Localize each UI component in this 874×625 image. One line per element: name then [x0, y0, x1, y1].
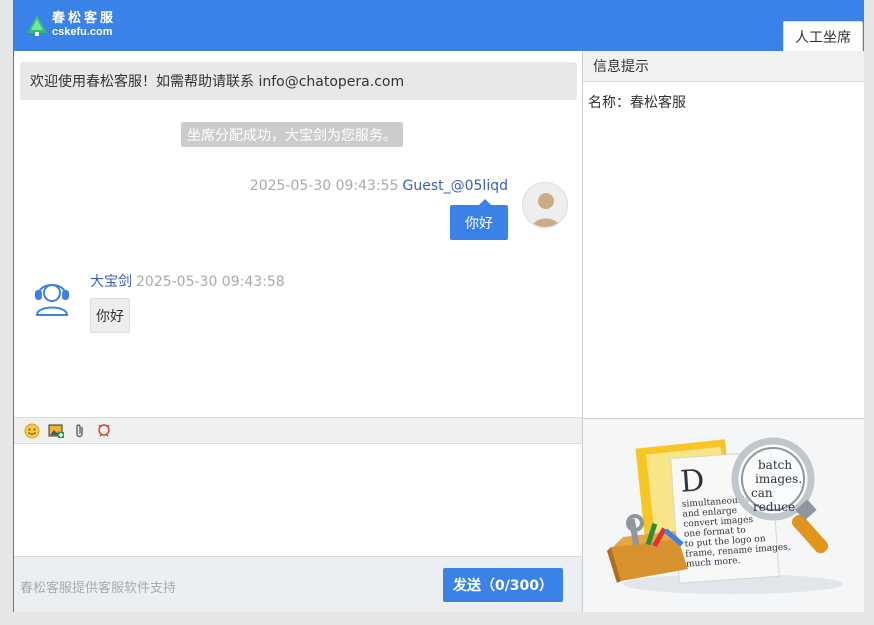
pine-tree-icon	[24, 12, 50, 38]
message-timestamp: 2025-05-30 09:43:55	[249, 178, 399, 194]
guest-name: Guest_@05liqd	[402, 178, 509, 194]
agent-message-bubble: 你好	[90, 298, 130, 333]
support-text: 春松客服提供客服软件支持	[20, 581, 177, 596]
guest-avatar	[522, 182, 568, 228]
svg-text:D: D	[679, 463, 705, 500]
emoji-icon[interactable]	[24, 423, 40, 439]
send-button[interactable]: 发送（0/300）	[443, 568, 563, 602]
tab-human-agent[interactable]: 人工坐席	[783, 21, 863, 51]
guest-message-meta: 2025-05-30 09:43:55 Guest_@05liqd	[250, 178, 508, 194]
logo-title: 春松客服	[52, 11, 117, 26]
editor-toolbar	[14, 417, 582, 444]
footer-bar: 春松客服提供客服软件支持 发送（0/300）	[14, 556, 582, 612]
system-notice: 坐席分配成功，大宝剑为您服务。	[181, 122, 403, 147]
svg-text:can: can	[751, 486, 773, 500]
message-timestamp: 2025-05-30 09:43:58	[136, 274, 285, 290]
info-panel-title: 信息提示	[583, 51, 864, 82]
welcome-message: 欢迎使用春松客服！如需帮助请联系 info@chatopera.com	[20, 62, 577, 100]
agent-headset-icon	[31, 276, 73, 318]
agent-message-meta: 大宝剑 2025-05-30 09:43:58	[90, 271, 285, 291]
rate-icon[interactable]	[96, 423, 112, 439]
message-list[interactable]: 欢迎使用春松客服！如需帮助请联系 info@chatopera.com 坐席分配…	[14, 51, 582, 417]
logo: 春松客服 cskefu.com	[24, 10, 116, 40]
attachment-icon[interactable]	[72, 423, 88, 439]
image-upload-icon[interactable]	[48, 423, 64, 439]
svg-text:reduce: reduce	[753, 500, 795, 514]
svg-text:batch: batch	[758, 458, 792, 472]
toolbox-illustration: D simultaneously and enlarge convert ima…	[583, 418, 864, 612]
guest-message-bubble: 你好	[450, 199, 508, 240]
info-panel: 信息提示 名称：春松客服	[583, 51, 864, 418]
message-input[interactable]	[14, 444, 582, 556]
svg-text:images.: images.	[755, 472, 802, 486]
agent-name: 大宝剑	[90, 274, 132, 290]
info-name-line: 名称：春松客服	[588, 95, 686, 111]
chat-window: 春松客服 cskefu.com 人工坐席 欢迎使用春松客服！如需帮助请联系 in…	[13, 0, 864, 612]
header-bar: 春松客服 cskefu.com 人工坐席	[14, 0, 864, 51]
logo-domain: cskefu.com	[52, 26, 113, 38]
